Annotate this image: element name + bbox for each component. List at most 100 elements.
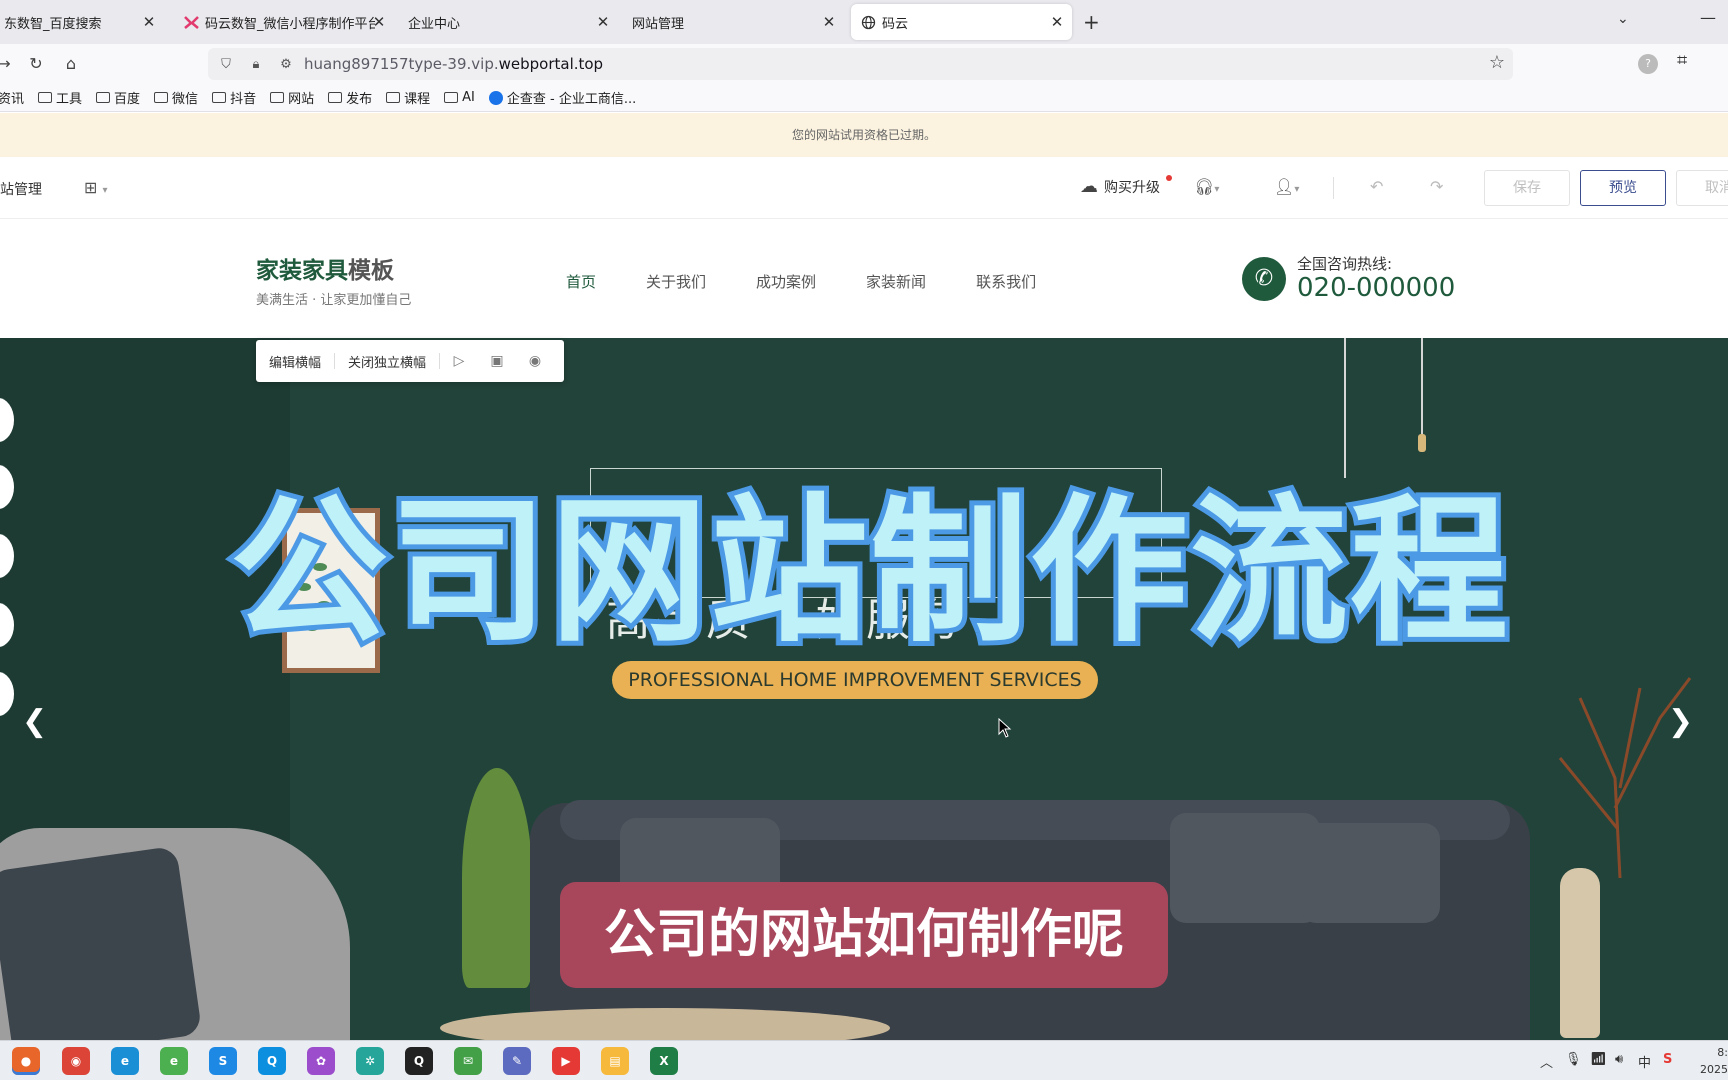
save-button[interactable]: 保存 (1484, 170, 1570, 206)
eye-icon[interactable]: ◉ (516, 353, 554, 369)
nav-home[interactable]: 首页 (566, 271, 596, 292)
preview-button[interactable]: 预览 (1580, 170, 1666, 206)
shield-icon[interactable]: ⛉ (214, 57, 238, 72)
wechat-taskbar-icon[interactable]: ✉ (454, 1047, 482, 1075)
lock-icon[interactable]: 🔒︎ (244, 57, 268, 72)
tab-mayun-active[interactable]: 码云 ✕ (851, 4, 1072, 40)
bookmark-label: 发布 (346, 92, 373, 107)
network-icon[interactable]: 📶︎ (1590, 1052, 1607, 1067)
tab-baidu-search[interactable]: 东数智_百度搜索 ✕ (0, 4, 164, 40)
bookmark-star-icon[interactable]: ☆ (1489, 52, 1505, 73)
edge-taskbar-icon[interactable]: e (111, 1047, 139, 1075)
firefox-taskbar-icon[interactable]: ● (12, 1047, 40, 1075)
nav-cases[interactable]: 成功案例 (756, 271, 816, 292)
tray-chevron-up-icon[interactable]: ︿ (1540, 1052, 1553, 1071)
browser-navbar: → ↻ ⌂ ⛉ 🔒︎ ⚙ huang897157type-39.vip.webp… (0, 44, 1728, 84)
edit-banner-button[interactable]: 编辑横幅 (256, 352, 334, 371)
headset-support-icon[interactable]: 🎧︎▾ (1194, 177, 1219, 196)
address-bar[interactable]: ⛉ 🔒︎ ⚙ huang897157type-39.vip.webportal.… (208, 48, 1513, 80)
tab-site-management[interactable]: 网站管理 ✕ (622, 4, 844, 40)
redo-icon[interactable]: ↷ (1430, 177, 1443, 196)
carousel-prev-icon[interactable]: ❮ (22, 704, 47, 739)
minimize-window-icon[interactable]: — (1700, 8, 1716, 27)
sofa-cushion (1300, 823, 1440, 923)
video-subtitle: 公司的网站如何制作呢 (560, 882, 1168, 988)
tab-label: 码云 (882, 16, 909, 32)
folder-icon (386, 92, 401, 103)
browser-tab-bar: 东数智_百度搜索 ✕ 码云数智_微信小程序制作平台_ ✕ 企业中心 ✕ 网站管理… (0, 0, 1728, 44)
close-independent-banner-button[interactable]: 关闭独立横幅 (335, 352, 439, 371)
bookmark-folder-baidu[interactable]: 百度 (96, 88, 140, 107)
screenshot-crop-icon[interactable]: ⌗ (1677, 50, 1687, 71)
qq-browser-taskbar-icon[interactable]: Q (258, 1047, 286, 1075)
undo-icon[interactable]: ↶ (1370, 177, 1383, 196)
extension-icon[interactable]: ? (1638, 54, 1658, 74)
nav-news[interactable]: 家装新闻 (866, 271, 926, 292)
bookmark-folder-douyin[interactable]: 抖音 (212, 88, 256, 107)
close-icon[interactable]: ✕ (820, 13, 838, 31)
nav-about[interactable]: 关于我们 (646, 271, 706, 292)
bookmark-folder-wechat[interactable]: 微信 (154, 88, 198, 107)
clock-time: 8: (1717, 1046, 1728, 1059)
reload-icon[interactable]: ↻ (24, 52, 48, 76)
folder-icon (38, 92, 53, 103)
logo-text-primary: 家装家具 (256, 258, 348, 284)
tab-list-chevron-icon[interactable]: ⌄ (1617, 11, 1629, 27)
settings-app-taskbar-icon[interactable]: ✲ (356, 1047, 384, 1075)
qq-taskbar-icon[interactable]: Q (405, 1047, 433, 1075)
bookmark-folder-website[interactable]: 网站 (270, 88, 314, 107)
video-app-taskbar-icon[interactable]: ▶ (552, 1047, 580, 1075)
ime-indicator[interactable]: 中 (1638, 1052, 1651, 1071)
site-logo[interactable]: 家装家具模板 (256, 251, 394, 285)
hero-banner[interactable]: 高品质 · 好服务 PROFESSIONAL HOME IMPROVEMENT … (0, 338, 1728, 1040)
cancel-button[interactable]: 取消 (1676, 170, 1728, 206)
layout-icon[interactable]: ▣ (478, 353, 516, 369)
url-text[interactable]: huang897157type-39.vip.webportal.top (304, 55, 603, 73)
bookmark-label: 微信 (172, 92, 199, 107)
sogou-ime-icon[interactable]: S (1663, 1052, 1672, 1067)
forward-arrow-icon[interactable]: → (0, 52, 16, 76)
close-icon[interactable]: ✕ (1048, 13, 1066, 31)
carousel-next-icon[interactable]: ❯ (1668, 704, 1693, 739)
vase-illustration (1560, 868, 1600, 1038)
excel-taskbar-icon[interactable]: X (650, 1047, 678, 1075)
hotline-label: 全国咨询热线: (1297, 255, 1393, 273)
coffee-table-illustration (440, 1008, 890, 1040)
system-clock[interactable]: 8: 2025 (1698, 1044, 1728, 1078)
colorful-app-taskbar-icon[interactable]: ✿ (307, 1047, 335, 1075)
bookmark-folder-tools[interactable]: 工具 (38, 88, 82, 107)
browser-360-taskbar-icon[interactable]: e (160, 1047, 188, 1075)
editor-toolbar: 站管理 ⊞ ▾ ☁ 购买升级 🎧︎▾ 👤︎▾ ↶ ↷ 保存 预览 取消 (0, 157, 1728, 219)
chrome-taskbar-icon[interactable]: ◉ (62, 1047, 90, 1075)
bookmark-folder-publish[interactable]: 发布 (328, 88, 372, 107)
bookmark-folder-course[interactable]: 课程 (386, 88, 430, 107)
close-icon[interactable]: ✕ (140, 13, 158, 31)
site-management-link[interactable]: 站管理 (0, 179, 42, 199)
permissions-icon[interactable]: ⚙ (274, 57, 298, 72)
bookmark-news[interactable]: 资讯 (0, 88, 24, 107)
home-icon[interactable]: ⌂ (59, 52, 83, 76)
tab-label: 东数智_百度搜索 (4, 16, 102, 32)
close-icon[interactable]: ✕ (370, 13, 388, 31)
upgrade-button[interactable]: ☁ 购买升级 (1080, 176, 1160, 197)
sogou-taskbar-icon[interactable]: S (209, 1047, 237, 1075)
bookmark-qichacha[interactable]: 企查查 - 企业工商信... (488, 88, 636, 107)
new-tab-button[interactable]: + (1083, 10, 1100, 34)
bookmarks-bar: 资讯 工具 百度 微信 抖音 网站 发布 课程 AI 企查查 - 企业工商信..… (0, 84, 1728, 112)
mayun-logo-icon (184, 15, 199, 30)
site-nav: 首页 关于我们 成功案例 家装新闻 联系我们 (566, 271, 1086, 292)
file-explorer-taskbar-icon[interactable]: ▤ (601, 1047, 629, 1075)
nav-contact[interactable]: 联系我们 (976, 271, 1036, 292)
bookmark-folder-ai[interactable]: AI (444, 90, 475, 105)
tab-mayun-miniprogram[interactable]: 码云数智_微信小程序制作平台_ ✕ (174, 4, 394, 40)
volume-icon[interactable]: 🔊︎ (1615, 1052, 1623, 1067)
tab-enterprise-center[interactable]: 企业中心 ✕ (398, 4, 618, 40)
microphone-icon[interactable]: 🎙︎ (1565, 1052, 1582, 1067)
site-tagline: 美满生活 · 让家更加懂自己 (256, 293, 412, 308)
close-icon[interactable]: ✕ (594, 13, 612, 31)
play-icon[interactable]: ▷ (440, 353, 478, 369)
user-account-icon[interactable]: 👤︎▾ (1274, 177, 1299, 196)
folder-icon (212, 92, 227, 103)
apps-grid-icon[interactable]: ⊞ ▾ (84, 178, 108, 197)
edit-app-taskbar-icon[interactable]: ✎ (503, 1047, 531, 1075)
